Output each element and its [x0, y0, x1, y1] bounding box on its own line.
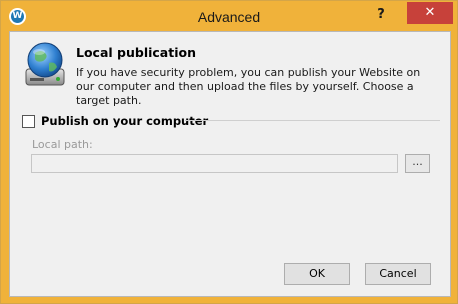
group-divider: [185, 120, 440, 121]
cancel-button[interactable]: Cancel: [365, 263, 431, 285]
section-title: Local publication: [76, 45, 196, 60]
local-path-input[interactable]: [31, 154, 398, 173]
dialog-window: W Advanced ? ✕ Local publication If you …: [0, 0, 458, 304]
publish-checkbox[interactable]: [22, 114, 35, 128]
close-button[interactable]: ✕: [407, 2, 453, 24]
ok-button[interactable]: OK: [284, 263, 350, 285]
local-path-label: Local path:: [32, 138, 93, 151]
section-description: If you have security problem, you can pu…: [76, 66, 421, 107]
publish-checkbox-label[interactable]: Publish on your computer: [41, 114, 208, 128]
title-bar[interactable]: W Advanced ? ✕: [1, 1, 457, 31]
help-button[interactable]: ?: [371, 5, 391, 25]
dialog-body: Local publication If you have security p…: [9, 31, 451, 297]
publish-checkbox-row[interactable]: Publish on your computer: [22, 114, 208, 128]
browse-button[interactable]: ...: [405, 154, 430, 173]
hard-drive-globe-icon: [25, 42, 65, 86]
